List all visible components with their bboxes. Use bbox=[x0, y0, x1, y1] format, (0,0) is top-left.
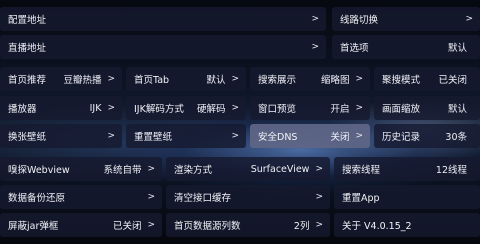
setting-config-url[interactable]: 配置地址 > bbox=[0, 7, 326, 31]
chevron-right-icon: > bbox=[231, 74, 239, 84]
setting-label: 安全DNS bbox=[258, 132, 298, 143]
chevron-right-icon: > bbox=[355, 103, 363, 113]
setting-value: 2列 bbox=[293, 221, 310, 232]
chevron-right-icon: > bbox=[107, 74, 115, 84]
setting-label: 首选项 bbox=[340, 43, 369, 54]
chevron-right-icon: > bbox=[107, 103, 115, 113]
setting-label: 数据备份还原 bbox=[8, 193, 66, 204]
chevron-right-icon: > bbox=[231, 103, 239, 113]
setting-value: IJK bbox=[89, 102, 102, 114]
chevron-right-icon: > bbox=[147, 192, 155, 202]
setting-label: 直播地址 bbox=[8, 43, 47, 54]
setting-value: 缩略图 bbox=[320, 75, 350, 86]
setting-value: 豆瓣热播 bbox=[63, 75, 102, 86]
setting-clear-cache[interactable]: 清空接口缓存 > bbox=[166, 185, 330, 209]
chevron-right-icon: > bbox=[315, 164, 323, 174]
setting-ijk-decode[interactable]: IJK解码方式 硬解码 > bbox=[126, 96, 246, 120]
chevron-right-icon: > bbox=[355, 131, 363, 141]
setting-about[interactable]: 关于 V4.0.15_2 bbox=[334, 213, 480, 237]
setting-search-threads[interactable]: 搜索线程 12线程 bbox=[334, 157, 480, 181]
setting-value: 已关闭 bbox=[438, 75, 467, 86]
setting-preferences[interactable]: 首选项 默认 bbox=[332, 35, 480, 59]
setting-label: 渲染方式 bbox=[174, 165, 213, 176]
setting-live-url[interactable]: 直播地址 > bbox=[0, 35, 326, 59]
setting-label: 配置地址 bbox=[8, 15, 47, 26]
setting-value: 系统自带 bbox=[103, 165, 142, 176]
chevron-right-icon: > bbox=[315, 192, 323, 202]
chevron-right-icon: > bbox=[107, 131, 115, 141]
setting-change-wallpaper[interactable]: 换张壁纸 > bbox=[0, 124, 122, 148]
setting-label: 播放器 bbox=[8, 104, 37, 115]
setting-label: 换张壁纸 bbox=[8, 132, 47, 143]
setting-sniff-webview[interactable]: 嗅探Webview 系统自带 > bbox=[0, 157, 162, 181]
setting-block-jar-popup[interactable]: 屏蔽jar弹框 已关闭 > bbox=[0, 213, 162, 237]
setting-label: 嗅探Webview bbox=[8, 165, 70, 176]
setting-label: 清空接口缓存 bbox=[174, 193, 232, 204]
setting-value: 默认 bbox=[447, 43, 467, 54]
setting-label: 搜索线程 bbox=[342, 165, 381, 176]
setting-value: 默认 bbox=[206, 75, 226, 86]
setting-history[interactable]: 历史记录 30条 bbox=[374, 124, 480, 148]
setting-value: SurfaceView bbox=[250, 163, 310, 175]
setting-value: 硬解码 bbox=[196, 104, 226, 115]
chevron-right-icon: > bbox=[465, 14, 473, 24]
chevron-right-icon: > bbox=[311, 42, 319, 52]
setting-label: 搜索展示 bbox=[258, 75, 297, 86]
chevron-right-icon: > bbox=[311, 14, 319, 24]
setting-label: 聚搜模式 bbox=[382, 75, 421, 86]
setting-search-display[interactable]: 搜索展示 缩略图 > bbox=[250, 67, 370, 91]
setting-value: 开启 bbox=[330, 104, 350, 115]
setting-home-recommend[interactable]: 首页推荐 豆瓣热播 > bbox=[0, 67, 122, 91]
chevron-right-icon: > bbox=[147, 164, 155, 174]
chevron-right-icon: > bbox=[315, 220, 323, 230]
setting-label: 线路切换 bbox=[340, 15, 379, 26]
setting-line-switch[interactable]: 线路切换 > bbox=[332, 7, 480, 31]
setting-label: 重置壁纸 bbox=[134, 132, 173, 143]
setting-home-tab[interactable]: 首页Tab 默认 > bbox=[126, 67, 246, 91]
setting-label: 窗口预览 bbox=[258, 104, 297, 115]
setting-reset-wallpaper[interactable]: 重置壁纸 > bbox=[126, 124, 246, 148]
setting-home-columns[interactable]: 首页数据源列数 2列 > bbox=[166, 213, 330, 237]
setting-label: IJK解码方式 bbox=[134, 104, 184, 115]
setting-label: 首页数据源列数 bbox=[174, 221, 241, 232]
setting-value: 默认 bbox=[447, 104, 467, 115]
setting-window-preview[interactable]: 窗口预览 开启 > bbox=[250, 96, 370, 120]
setting-label: 关于 V4.0.15_2 bbox=[342, 221, 412, 232]
chevron-right-icon: > bbox=[355, 74, 363, 84]
setting-render-mode[interactable]: 渲染方式 SurfaceView > bbox=[166, 157, 330, 181]
setting-player[interactable]: 播放器 IJK > bbox=[0, 96, 122, 120]
setting-label: 屏蔽jar弹框 bbox=[8, 221, 59, 232]
chevron-right-icon: > bbox=[231, 131, 239, 141]
setting-reset-app[interactable]: 重置App bbox=[334, 185, 480, 209]
setting-secure-dns[interactable]: 安全DNS 关闭 > bbox=[250, 124, 370, 148]
setting-value: 关闭 bbox=[330, 132, 350, 143]
setting-aggregate-search[interactable]: 聚搜模式 已关闭 bbox=[374, 67, 480, 91]
setting-label: 首页Tab bbox=[134, 75, 170, 86]
setting-label: 历史记录 bbox=[382, 132, 421, 143]
setting-label: 重置App bbox=[342, 193, 380, 204]
chevron-right-icon: > bbox=[147, 220, 155, 230]
setting-value: 30条 bbox=[445, 132, 467, 143]
setting-value: 12线程 bbox=[435, 165, 467, 176]
setting-value: 已关闭 bbox=[112, 221, 142, 232]
setting-picture-scale[interactable]: 画面缩放 默认 bbox=[374, 96, 480, 120]
setting-label: 首页推荐 bbox=[8, 75, 47, 86]
setting-label: 画面缩放 bbox=[382, 104, 421, 115]
setting-data-backup[interactable]: 数据备份还原 > bbox=[0, 185, 162, 209]
